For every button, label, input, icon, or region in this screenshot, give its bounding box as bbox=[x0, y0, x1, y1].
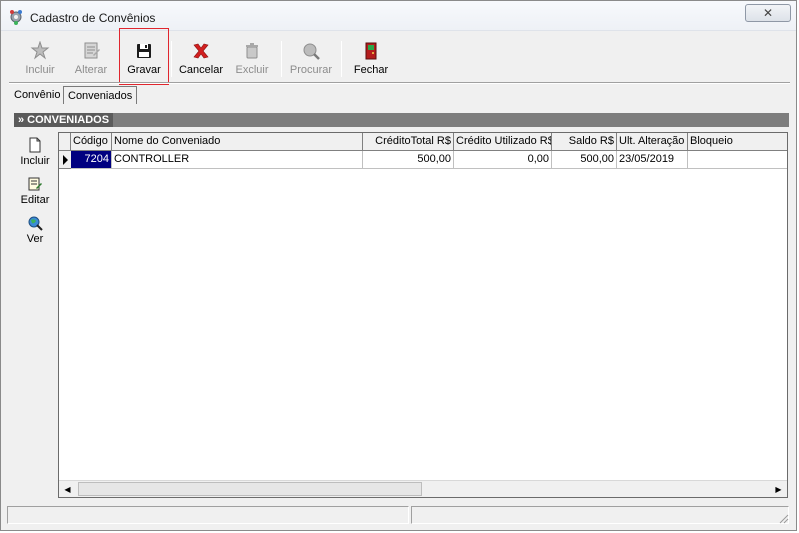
header-credito-total-label: CréditoTotal R$ bbox=[375, 135, 451, 147]
new-document-icon bbox=[29, 137, 41, 153]
red-x-icon bbox=[193, 43, 209, 59]
header-bloqueio[interactable]: Bloqueio bbox=[688, 133, 787, 151]
procurar-button[interactable]: Procurar bbox=[287, 37, 335, 81]
incluir-label: Incluir bbox=[25, 64, 55, 76]
fechar-button[interactable]: Fechar bbox=[347, 37, 395, 81]
view-globe-icon bbox=[28, 216, 43, 231]
cell-codigo[interactable]: 7204 bbox=[71, 151, 112, 169]
horizontal-scrollbar[interactable]: ◀ ▶ bbox=[59, 480, 787, 497]
cell-credito-total[interactable]: 500,00 bbox=[363, 151, 454, 169]
gravar-label: Gravar bbox=[127, 64, 161, 76]
side-incluir-button[interactable]: Incluir bbox=[14, 137, 56, 167]
cell-ult-alteracao[interactable]: 23/05/2019 bbox=[617, 151, 688, 169]
panel-header: » CONVENIADOS bbox=[14, 113, 789, 127]
close-icon: ✕ bbox=[762, 6, 774, 20]
header-nome-label: Nome do Conveniado bbox=[114, 135, 221, 147]
side-ver-button[interactable]: Ver bbox=[14, 215, 56, 245]
grid-header: Código Nome do Conveniado CréditoTotal R… bbox=[59, 133, 787, 151]
side-incluir-label: Incluir bbox=[20, 155, 50, 167]
side-toolbar: Incluir Editar Ver bbox=[14, 131, 56, 499]
header-credito-utilizado-label: Crédito Utilizado R$ bbox=[456, 135, 552, 147]
toolbar: Incluir Alterar Gravar Cancelar Excluir … bbox=[9, 37, 790, 81]
header-indicator bbox=[59, 133, 71, 151]
cell-nome[interactable]: CONTROLLER bbox=[112, 151, 363, 169]
alterar-button[interactable]: Alterar bbox=[69, 37, 113, 81]
title-bar[interactable]: Cadastro de Convênios ✕ bbox=[1, 1, 796, 31]
alterar-label: Alterar bbox=[74, 64, 108, 76]
toolbar-separator bbox=[171, 41, 172, 77]
cell-credito-utilizado[interactable]: 0,00 bbox=[454, 151, 552, 169]
excluir-button[interactable]: Excluir bbox=[231, 37, 273, 81]
header-credito-utilizado[interactable]: Crédito Utilizado R$ bbox=[454, 133, 552, 151]
tab-conveniados-label: Conveniados bbox=[68, 90, 133, 102]
fechar-label: Fechar bbox=[353, 64, 389, 76]
toolbar-divider bbox=[9, 82, 790, 84]
row-pointer-icon bbox=[63, 155, 68, 165]
trash-icon bbox=[246, 43, 258, 59]
cell-bloqueio[interactable] bbox=[688, 151, 787, 169]
exit-door-icon bbox=[365, 42, 377, 60]
scroll-right-arrow-icon[interactable]: ▶ bbox=[770, 481, 787, 497]
toolbar-separator bbox=[281, 41, 282, 77]
star-new-icon bbox=[30, 41, 50, 60]
cell-saldo[interactable]: 500,00 bbox=[552, 151, 617, 169]
panel-title: » CONVENIADOS bbox=[14, 113, 114, 127]
app-gear-icon bbox=[10, 10, 22, 25]
search-globe-icon bbox=[303, 43, 320, 60]
gravar-button[interactable]: Gravar bbox=[121, 37, 167, 81]
header-credito-total[interactable]: CréditoTotal R$ bbox=[363, 133, 454, 151]
floppy-disk-icon bbox=[137, 44, 151, 58]
cancelar-button[interactable]: Cancelar bbox=[177, 37, 225, 81]
status-bar bbox=[7, 506, 791, 526]
close-button[interactable]: ✕ bbox=[745, 4, 791, 22]
table-row[interactable]: 7204 CONTROLLER 500,00 0,00 500,00 23/05… bbox=[59, 151, 787, 169]
conveniados-grid[interactable]: Código Nome do Conveniado CréditoTotal R… bbox=[58, 132, 788, 498]
scroll-thumb[interactable] bbox=[78, 482, 422, 496]
header-ult-alteracao-label: Ult. Alteração bbox=[619, 135, 685, 147]
status-panel-2 bbox=[411, 506, 789, 524]
tab-convenio[interactable]: Convênio bbox=[10, 86, 64, 104]
header-saldo-label: Saldo R$ bbox=[568, 135, 614, 147]
status-panel-1 bbox=[7, 506, 409, 524]
side-editar-button[interactable]: Editar bbox=[14, 176, 56, 206]
incluir-button[interactable]: Incluir bbox=[19, 37, 61, 81]
edit-document-icon bbox=[28, 177, 42, 191]
scroll-left-arrow-icon[interactable]: ◀ bbox=[59, 481, 76, 497]
excluir-label: Excluir bbox=[235, 64, 269, 76]
edit-document-icon bbox=[84, 42, 100, 59]
tab-convenio-label: Convênio bbox=[14, 89, 61, 101]
header-ult-alteracao[interactable]: Ult. Alteração bbox=[617, 133, 688, 151]
resize-grip-icon[interactable] bbox=[777, 512, 789, 524]
window-title: Cadastro de Convênios bbox=[30, 11, 156, 25]
tab-conveniados[interactable]: Conveniados bbox=[63, 86, 138, 104]
cancelar-label: Cancelar bbox=[178, 64, 224, 76]
header-saldo[interactable]: Saldo R$ bbox=[552, 133, 617, 151]
header-codigo-label: Código bbox=[73, 135, 108, 147]
header-nome[interactable]: Nome do Conveniado bbox=[112, 133, 363, 151]
procurar-label: Procurar bbox=[289, 64, 333, 76]
header-codigo[interactable]: Código bbox=[71, 133, 112, 151]
side-editar-label: Editar bbox=[20, 194, 50, 206]
header-bloqueio-label: Bloqueio bbox=[690, 135, 733, 147]
side-ver-label: Ver bbox=[26, 233, 44, 245]
main-window: Cadastro de Convênios ✕ Incluir Alterar bbox=[0, 0, 797, 531]
toolbar-separator bbox=[341, 41, 342, 77]
